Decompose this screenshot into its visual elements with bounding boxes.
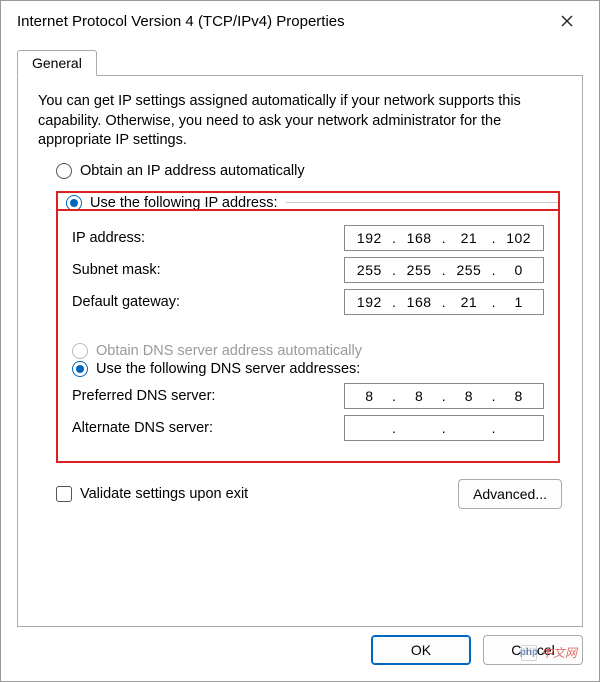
close-button[interactable] — [547, 5, 587, 37]
preferred-dns-input[interactable]: 8. 8. 8. 8 — [344, 383, 544, 409]
ip-manual-group: Use the following IP address: IP address… — [38, 191, 562, 335]
gateway-label: Default gateway: — [72, 294, 344, 310]
client-area: General You can get IP settings assigned… — [1, 41, 599, 681]
radio-label: Use the following DNS server addresses: — [96, 361, 360, 377]
titlebar: Internet Protocol Version 4 (TCP/IPv4) P… — [1, 1, 599, 41]
alternate-dns-input[interactable]: . . . — [344, 415, 544, 441]
radio-label: Use the following IP address: — [90, 195, 278, 211]
window-title: Internet Protocol Version 4 (TCP/IPv4) P… — [17, 13, 345, 30]
ip-address-label: IP address: — [72, 230, 344, 246]
radio-ip-auto[interactable]: Obtain an IP address automatically — [56, 163, 562, 179]
radio-icon — [66, 195, 82, 211]
radio-dns-auto: Obtain DNS server address automatically — [72, 343, 544, 359]
tab-page-general: You can get IP settings assigned automat… — [17, 75, 583, 627]
tab-strip: General — [17, 45, 583, 75]
ip-group-header: Use the following IP address: — [56, 191, 560, 211]
field-ip-address: IP address: 192. 168. 21. 102 — [72, 225, 544, 251]
subnet-label: Subnet mask: — [72, 262, 344, 278]
cancel-button[interactable]: Cancel — [483, 635, 583, 665]
validate-label: Validate settings upon exit — [80, 486, 248, 502]
radio-label: Obtain an IP address automatically — [80, 163, 305, 179]
preferred-dns-label: Preferred DNS server: — [72, 388, 344, 404]
radio-label: Obtain DNS server address automatically — [96, 343, 362, 359]
description-text: You can get IP settings assigned automat… — [38, 92, 562, 151]
field-subnet-mask: Subnet mask: 255. 255. 255. 0 — [72, 257, 544, 283]
field-alternate-dns: Alternate DNS server: . . . — [72, 415, 544, 441]
field-gateway: Default gateway: 192. 168. 21. 1 — [72, 289, 544, 315]
radio-dns-manual[interactable]: Use the following DNS server addresses: — [72, 361, 544, 377]
tab-general[interactable]: General — [17, 50, 97, 76]
radio-icon — [72, 361, 88, 377]
radio-icon — [72, 343, 88, 359]
radio-ip-manual[interactable]: Use the following IP address: — [62, 195, 282, 211]
dialog-button-row: OK Cancel php 中文网 — [17, 627, 583, 665]
radio-icon — [56, 163, 72, 179]
field-preferred-dns: Preferred DNS server: 8. 8. 8. 8 — [72, 383, 544, 409]
close-icon — [561, 15, 573, 27]
gateway-input[interactable]: 192. 168. 21. 1 — [344, 289, 544, 315]
advanced-button[interactable]: Advanced... — [458, 479, 562, 509]
checkbox-icon — [56, 486, 72, 502]
subnet-input[interactable]: 255. 255. 255. 0 — [344, 257, 544, 283]
dialog-window: Internet Protocol Version 4 (TCP/IPv4) P… — [0, 0, 600, 682]
alternate-dns-label: Alternate DNS server: — [72, 420, 344, 436]
validate-checkbox-row[interactable]: Validate settings upon exit — [56, 486, 248, 502]
ip-group-body: IP address: 192. 168. 21. 102 Subnet mas… — [56, 211, 560, 335]
ok-button[interactable]: OK — [371, 635, 471, 665]
ip-address-input[interactable]: 192. 168. 21. 102 — [344, 225, 544, 251]
dns-section: Obtain DNS server address automatically … — [56, 335, 560, 463]
